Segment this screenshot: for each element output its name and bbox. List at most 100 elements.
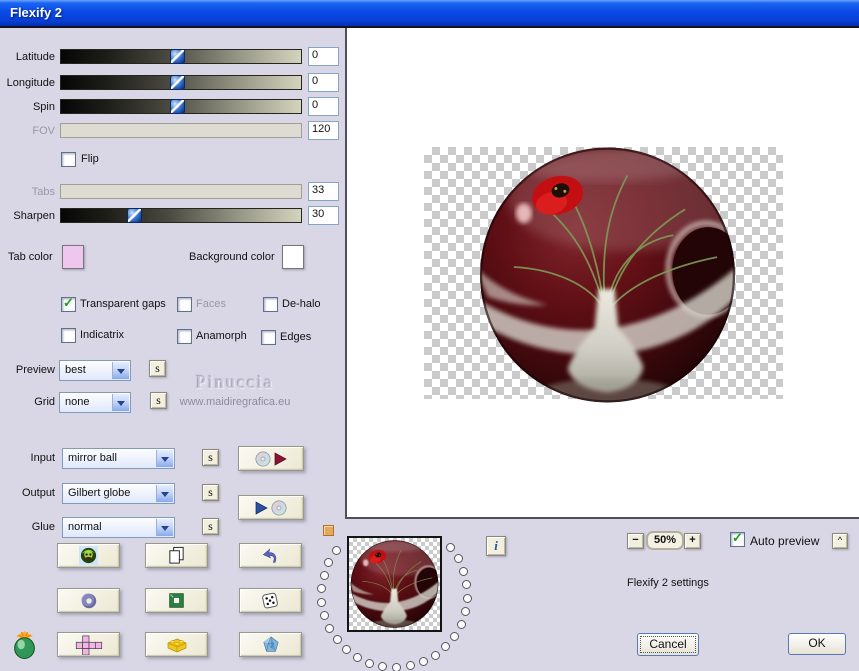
undo-arrow-icon bbox=[262, 547, 276, 563]
spin-value-field[interactable]: 0 bbox=[308, 97, 339, 116]
undo-button[interactable] bbox=[239, 543, 302, 568]
output-dropdown[interactable]: Gilbert globe bbox=[62, 483, 175, 504]
preset-dot[interactable] bbox=[462, 593, 472, 603]
sharpen-value-field[interactable]: 30 bbox=[308, 206, 339, 225]
flip-label: Flip bbox=[81, 153, 99, 165]
cube-net-button[interactable] bbox=[57, 632, 120, 657]
chevron-down-icon[interactable] bbox=[112, 394, 129, 411]
tabs-slider bbox=[60, 184, 302, 199]
spin-slider-handle[interactable] bbox=[170, 99, 185, 114]
chevron-down-icon[interactable] bbox=[112, 362, 129, 379]
preset-dot[interactable] bbox=[441, 642, 451, 652]
grid-dropdown-value: none bbox=[65, 396, 90, 408]
chevron-down-icon[interactable] bbox=[156, 485, 173, 502]
cd-icon bbox=[271, 500, 287, 516]
preset-dot[interactable] bbox=[317, 584, 327, 594]
tab-color-swatch[interactable] bbox=[62, 245, 84, 269]
save-preset-button[interactable] bbox=[238, 446, 304, 471]
about-face-button[interactable] bbox=[57, 543, 120, 568]
spin-slider[interactable] bbox=[60, 99, 302, 114]
preset-dot[interactable] bbox=[341, 644, 351, 654]
input-dropdown[interactable]: mirror ball bbox=[62, 448, 175, 469]
tabs-value-field[interactable]: 33 bbox=[308, 182, 339, 201]
output-dropdown-value: Gilbert globe bbox=[68, 487, 131, 499]
preset-dot[interactable] bbox=[405, 661, 415, 671]
latitude-slider-handle[interactable] bbox=[170, 49, 185, 64]
edges-checkbox[interactable]: ✓ bbox=[261, 330, 276, 345]
zoom-out-button[interactable]: − bbox=[627, 533, 644, 549]
grid-dropdown[interactable]: none bbox=[59, 392, 131, 413]
title-bar[interactable]: Flexify 2 bbox=[0, 0, 859, 28]
sharpen-slider-handle[interactable] bbox=[127, 208, 142, 223]
preset-dot[interactable] bbox=[460, 607, 470, 617]
glue-s-button[interactable]: s bbox=[202, 518, 219, 535]
preset-dot[interactable] bbox=[453, 554, 463, 564]
info-button[interactable]: i bbox=[486, 536, 506, 556]
ok-button[interactable]: OK bbox=[788, 633, 846, 655]
frame-mode-button[interactable] bbox=[145, 588, 208, 613]
preset-dot[interactable] bbox=[462, 579, 472, 589]
watermark-url: www.maidiregrafica.eu bbox=[179, 396, 291, 408]
preview-dropdown[interactable]: best bbox=[59, 360, 131, 381]
torus-mode-button[interactable] bbox=[57, 588, 120, 613]
latitude-value-field[interactable]: 0 bbox=[308, 47, 339, 66]
input-label: Input bbox=[30, 452, 55, 464]
latitude-slider[interactable] bbox=[60, 49, 302, 64]
preview-s-button[interactable]: s bbox=[149, 360, 166, 377]
flexify2-dialog: Flexify 2 Latitude 0 Longitude 0 Spin 0 … bbox=[0, 0, 859, 671]
glue-dropdown[interactable]: normal bbox=[62, 517, 175, 538]
preset-dot[interactable] bbox=[317, 597, 327, 607]
preset-dot[interactable] bbox=[320, 610, 330, 620]
zoom-in-button[interactable]: + bbox=[684, 533, 701, 549]
faces-label: Faces bbox=[196, 298, 226, 310]
cancel-button[interactable]: Cancel bbox=[637, 633, 699, 656]
preset-dot[interactable] bbox=[418, 657, 428, 667]
preset-dot[interactable] bbox=[325, 623, 335, 633]
preset-dot[interactable] bbox=[392, 662, 402, 671]
longitude-slider[interactable] bbox=[60, 75, 302, 90]
preset-dot[interactable] bbox=[332, 635, 342, 645]
chevron-down-icon[interactable] bbox=[156, 519, 173, 536]
apply-preset-button[interactable] bbox=[238, 495, 304, 520]
chevron-down-icon[interactable] bbox=[156, 450, 173, 467]
flip-checkbox[interactable]: ✓ bbox=[61, 152, 76, 167]
preset-dot[interactable] bbox=[445, 543, 455, 553]
preset-dot[interactable] bbox=[324, 557, 334, 567]
sharpen-slider[interactable] bbox=[60, 208, 302, 223]
cube-net-icon bbox=[75, 635, 102, 655]
preview-panel[interactable] bbox=[345, 28, 859, 519]
indicatrix-checkbox[interactable]: ✓ bbox=[61, 328, 76, 343]
longitude-slider-handle[interactable] bbox=[170, 75, 185, 90]
preset-thumbnail[interactable] bbox=[347, 536, 442, 632]
preview-dropdown-value: best bbox=[65, 364, 86, 376]
fov-slider bbox=[60, 123, 302, 138]
background-color-swatch[interactable] bbox=[282, 245, 304, 269]
preset-dot[interactable] bbox=[331, 546, 341, 556]
preset-dot[interactable] bbox=[430, 650, 440, 660]
anamorph-checkbox[interactable]: ✓ bbox=[177, 329, 192, 344]
preset-current-marker[interactable] bbox=[323, 525, 334, 536]
lego-mode-button[interactable] bbox=[145, 632, 208, 657]
transparent-gaps-checkbox[interactable]: ✓ bbox=[61, 295, 76, 312]
preset-dot[interactable] bbox=[365, 658, 375, 668]
dehalo-checkbox[interactable]: ✓ bbox=[263, 297, 278, 312]
preset-dot[interactable] bbox=[456, 619, 466, 629]
zoom-level-display[interactable]: 50% bbox=[646, 531, 684, 550]
output-s-button[interactable]: s bbox=[202, 484, 219, 501]
fov-value-field[interactable]: 120 bbox=[308, 121, 339, 140]
randomize-button[interactable] bbox=[239, 588, 302, 613]
collapse-button[interactable]: ^ bbox=[832, 533, 848, 549]
auto-preview-checkbox[interactable]: ✓ bbox=[730, 530, 745, 547]
preset-dot[interactable] bbox=[378, 662, 388, 671]
polyhedron-button[interactable] bbox=[239, 632, 302, 657]
copy-settings-button[interactable] bbox=[145, 543, 208, 568]
preset-dot[interactable] bbox=[319, 570, 329, 580]
preset-dot[interactable] bbox=[449, 631, 459, 641]
input-s-button[interactable]: s bbox=[202, 449, 219, 466]
thumbnail-ball-image bbox=[350, 540, 439, 628]
preset-dot[interactable] bbox=[459, 566, 469, 576]
status-text: Flexify 2 settings bbox=[627, 577, 709, 589]
preview-label: Preview bbox=[15, 364, 55, 376]
preset-dot[interactable] bbox=[352, 652, 362, 662]
longitude-value-field[interactable]: 0 bbox=[308, 73, 339, 92]
